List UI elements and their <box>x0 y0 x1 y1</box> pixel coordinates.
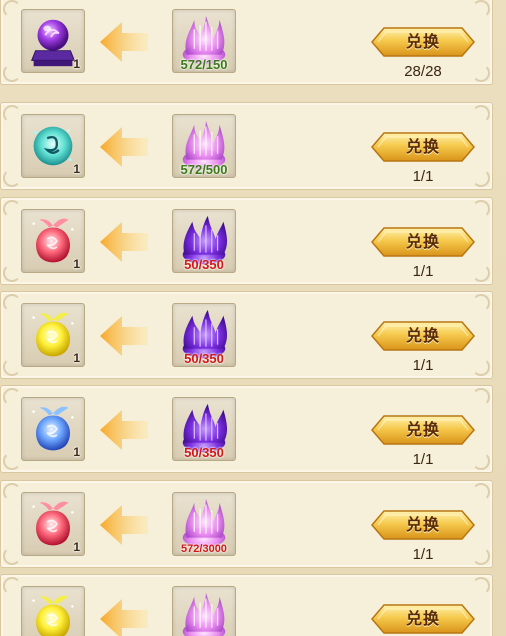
reward-item-slot[interactable]: 1 <box>21 114 85 178</box>
row-ornament <box>472 483 490 501</box>
reward-item-slot[interactable]: 1 <box>21 303 85 367</box>
row-ornament <box>3 483 21 501</box>
reward-quantity: 1 <box>73 57 80 71</box>
exchange-row: 1 <box>0 102 493 190</box>
reward-item-slot[interactable]: 1 <box>21 9 85 73</box>
exchange-button-label: 兑换 <box>405 420 440 439</box>
exchange-button-label: 兑换 <box>405 137 440 156</box>
arrow-left-icon <box>98 220 150 264</box>
row-ornament <box>3 294 21 312</box>
row-ornament <box>3 388 21 406</box>
owned-required-count: 50/350 <box>184 257 224 272</box>
row-ornament <box>3 0 21 18</box>
exchange-limit-count: 1/1 <box>412 546 434 563</box>
row-ornament <box>3 64 21 82</box>
reward-quantity: 1 <box>73 257 80 271</box>
cost-item-slot[interactable]: 572/3000 <box>172 492 236 556</box>
arrow-left-icon <box>98 408 150 452</box>
exchange-row: 1 <box>0 480 493 568</box>
arrow-left-icon <box>98 125 150 169</box>
row-ornament <box>3 200 21 218</box>
reward-item-slot[interactable] <box>21 586 85 636</box>
owned-required-count: 572/150 <box>180 57 228 72</box>
reward-item-slot[interactable]: 1 <box>21 492 85 556</box>
cost-item-slot[interactable]: 50/350 <box>172 209 236 273</box>
exchange-row: 1 <box>0 291 493 379</box>
owned-required-count: 572/500 <box>180 162 228 177</box>
row-ornament <box>3 547 21 565</box>
exchange-button[interactable]: 兑换 <box>370 320 476 352</box>
exchange-row: 1 <box>0 385 493 473</box>
row-ornament <box>472 388 490 406</box>
exchange-limit-count: 1/1 <box>412 263 434 280</box>
exchange-button-label: 兑换 <box>405 326 440 345</box>
exchange-button[interactable]: 兑换 <box>370 226 476 258</box>
arrow-left-icon <box>98 597 150 636</box>
owned-required-count: 50/350 <box>184 351 224 366</box>
exchange-button-label: 兑换 <box>405 609 440 628</box>
cost-item-slot[interactable]: 50/350 <box>172 397 236 461</box>
arrow-left-icon <box>98 20 150 64</box>
reward-quantity: 1 <box>73 351 80 365</box>
cost-item-slot[interactable]: 572/500 <box>172 114 236 178</box>
row-ornament <box>472 200 490 218</box>
exchange-button[interactable]: 兑换 <box>370 603 476 635</box>
arrow-left-icon <box>98 503 150 547</box>
exchange-button-label: 兑换 <box>405 232 440 251</box>
row-ornament <box>3 358 21 376</box>
exchange-button-label: 兑换 <box>405 515 440 534</box>
exchange-limit-count: 28/28 <box>404 63 442 80</box>
row-ornament <box>3 169 21 187</box>
exchange-limit-count: 1/1 <box>412 168 434 185</box>
exchange-button[interactable]: 兑换 <box>370 26 476 58</box>
row-ornament <box>3 105 21 123</box>
row-ornament <box>472 105 490 123</box>
cost-item-slot[interactable]: 50/350 <box>172 303 236 367</box>
cost-item-slot[interactable]: 572/150 <box>172 9 236 73</box>
cost-item-slot[interactable] <box>172 586 236 636</box>
owned-required-count: 50/350 <box>184 445 224 460</box>
exchange-row: 兑换 <box>0 574 493 636</box>
exchange-row: 1 <box>0 0 493 85</box>
row-ornament <box>3 264 21 282</box>
exchange-button-label: 兑换 <box>405 32 440 51</box>
reward-item-slot[interactable]: 1 <box>21 397 85 461</box>
exchange-button[interactable]: 兑换 <box>370 131 476 163</box>
reward-item-slot[interactable]: 1 <box>21 209 85 273</box>
row-ornament <box>472 294 490 312</box>
exchange-list[interactable]: 1 572/150 兑换 28/28 1 572/500 兑换 1/1 1 50… <box>0 0 506 636</box>
row-ornament <box>3 577 21 595</box>
exchange-button[interactable]: 兑换 <box>370 509 476 541</box>
arrow-left-icon <box>98 314 150 358</box>
exchange-limit-count: 1/1 <box>412 451 434 468</box>
owned-required-count: 572/3000 <box>181 543 227 555</box>
reward-quantity: 1 <box>73 162 80 176</box>
exchange-row: 1 <box>0 197 493 285</box>
row-ornament <box>472 0 490 18</box>
row-ornament <box>472 577 490 595</box>
exchange-limit-count: 1/1 <box>412 357 434 374</box>
reward-quantity: 1 <box>73 445 80 459</box>
reward-quantity: 1 <box>73 540 80 554</box>
exchange-button[interactable]: 兑换 <box>370 414 476 446</box>
row-ornament <box>3 452 21 470</box>
